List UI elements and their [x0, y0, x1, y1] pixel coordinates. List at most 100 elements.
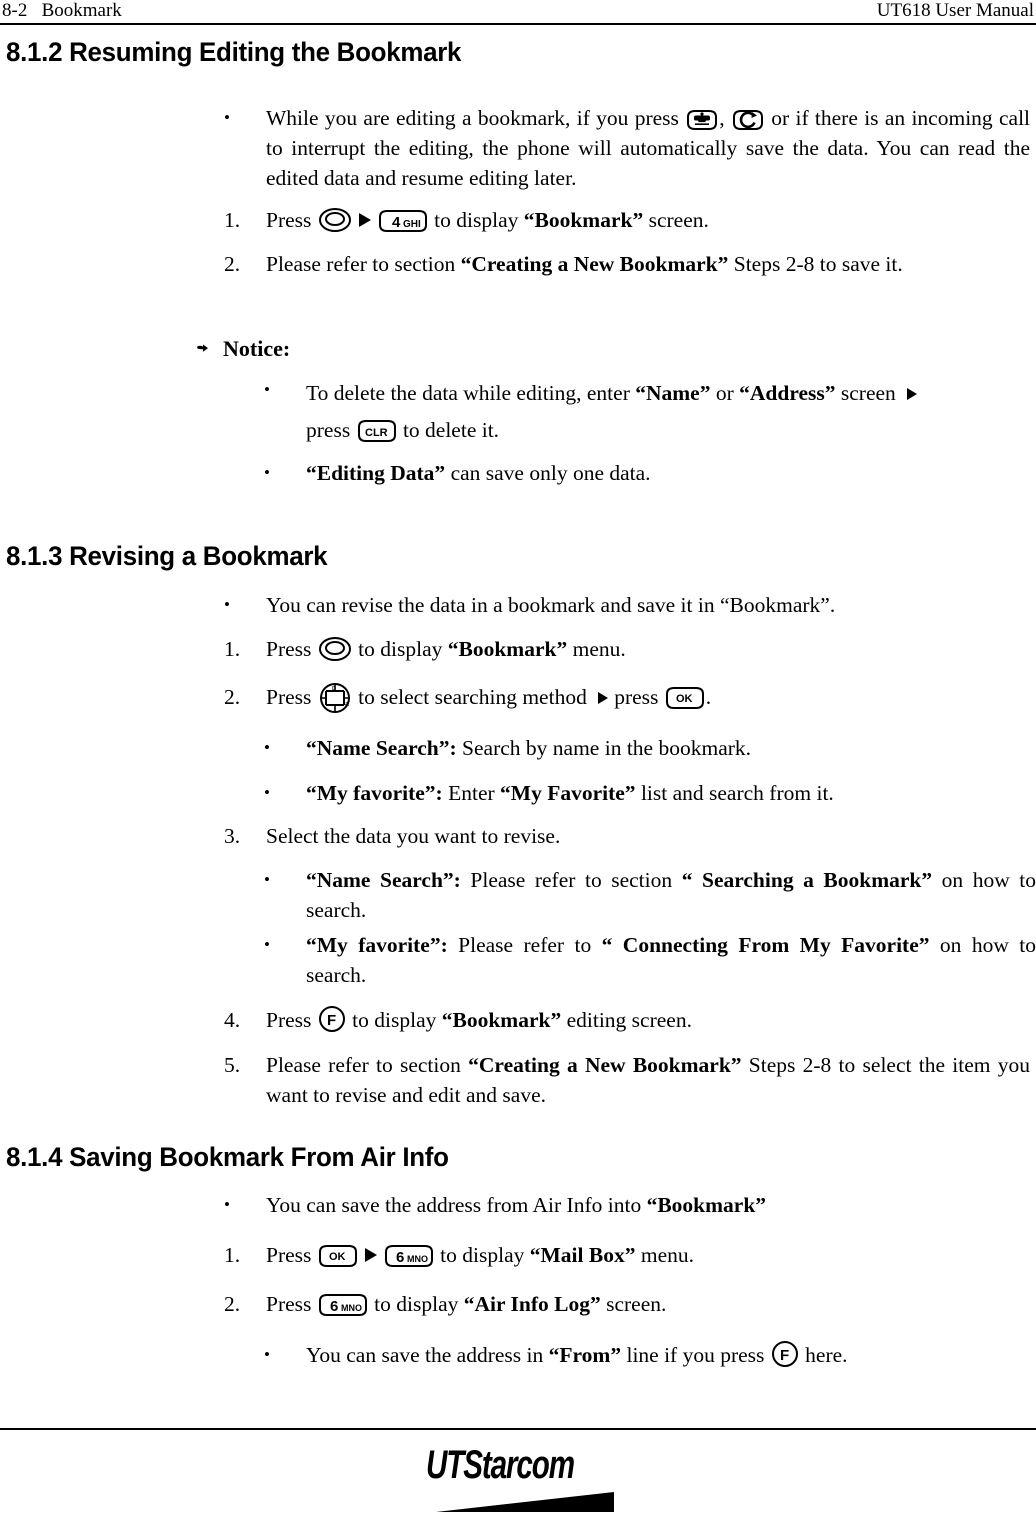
- s813-step-3: 3. Select the data you want to revise.: [224, 821, 1030, 851]
- bullet-marker: •: [264, 935, 270, 954]
- text-run-bold: “Mail Box”: [529, 1243, 636, 1267]
- text-run: Please refer to section: [266, 1053, 469, 1077]
- pointing-hand-icon: [196, 334, 216, 364]
- s812-bullet-1-text: While you are editing a bookmark, if you…: [266, 103, 1030, 193]
- text-run: Press: [266, 1243, 317, 1267]
- notice-bullet-1-text: To delete the data while editing, enter …: [306, 375, 1036, 449]
- clear-key-icon: CLR: [356, 419, 398, 443]
- key-6-mno-icon: 6 MNO: [383, 1244, 435, 1268]
- section-8-1-4-heading-block: 8.1.4 Saving Bookmark From Air Info: [6, 1141, 1030, 1173]
- four-way-navigation-key-icon: pa: [317, 682, 353, 714]
- svg-text:a: a: [345, 701, 349, 708]
- text-run: here.: [799, 1343, 848, 1367]
- s813-step-2: 2. Press pa to select searching method p…: [224, 682, 1030, 714]
- text-run-bold: “Name Search”:: [306, 868, 461, 892]
- text-run: Please refer to section: [460, 868, 682, 892]
- text-run-bold: “Creating a New Bookmark”: [468, 1053, 742, 1077]
- step-number: 1.: [224, 637, 241, 661]
- section-heading-8-1-3: 8.1.3 Revising a Bookmark: [6, 541, 328, 571]
- svg-text:CLR: CLR: [365, 427, 388, 439]
- step-number: 5.: [224, 1053, 241, 1077]
- notice-bullet-2-text: “Editing Data” can save only one data.: [306, 458, 1036, 488]
- notice-bullet-2: • “Editing Data” can save only one data.: [264, 458, 1036, 488]
- logo-starcom-text: Starcom: [463, 1443, 575, 1487]
- svg-text:GHI: GHI: [403, 219, 421, 230]
- s812-step-2: 2. Please refer to section “Creating a N…: [224, 249, 1030, 279]
- right-arrow-icon: [903, 386, 921, 402]
- text-run: .: [705, 685, 712, 709]
- bullet-marker: •: [264, 870, 270, 889]
- notice-label: Notice:: [223, 336, 291, 361]
- text-run: to select searching method: [352, 685, 593, 709]
- s814-sub-bullet-1: • You can save the address in “From” lin…: [264, 1340, 1036, 1370]
- section-8-1-3-heading-block: 8.1.3 Revising a Bookmark: [6, 540, 1030, 572]
- s812-bullet-1: • While you are editing a bookmark, if y…: [224, 103, 1030, 193]
- header-right-text: UT618 User Manual: [876, 0, 1034, 21]
- text-run: to display: [346, 1008, 442, 1032]
- text-run-bold: “Bookmark”: [447, 637, 568, 661]
- text-run: can save only one data.: [445, 461, 651, 485]
- text-run: ,: [719, 106, 731, 130]
- text-run-bold: “Bookmark”: [441, 1008, 562, 1032]
- function-key-icon: F: [770, 1340, 800, 1368]
- bullet-marker: •: [264, 463, 270, 482]
- ok-key-icon: OK: [664, 686, 706, 710]
- text-run: line if you press: [621, 1343, 770, 1367]
- text-run: menu.: [567, 637, 626, 661]
- ok-key-icon: OK: [317, 1244, 359, 1268]
- text-run: or: [710, 381, 740, 405]
- text-run: Press: [266, 1292, 317, 1316]
- step-number: 2.: [224, 685, 241, 709]
- step-number: 1.: [224, 1243, 241, 1267]
- text-run: editing screen.: [561, 1008, 692, 1032]
- text-run-bold: “ Connecting From My Favorite”: [601, 933, 930, 957]
- right-arrow-icon: [594, 690, 612, 706]
- svg-text:MNO: MNO: [341, 1303, 362, 1313]
- s813-sub-bullet-2: • “My favorite”: Enter “My Favorite” lis…: [264, 778, 1036, 808]
- logo-swoosh-icon: [436, 1492, 614, 1512]
- text-run: press: [306, 418, 356, 442]
- logo-ut-text: UT: [426, 1443, 464, 1487]
- text-run: While you are editing a bookmark, if you…: [266, 106, 686, 130]
- text-run: Press: [266, 1008, 317, 1032]
- text-run-bold: “Name”: [635, 381, 711, 405]
- right-arrow-icon: [355, 211, 375, 229]
- text-run-bold: “ Searching a Bookmark”: [681, 868, 933, 892]
- s814-step-2-text: Press 6 MNO to display “Air Info Log” scr…: [266, 1289, 1030, 1319]
- text-run: Press: [266, 208, 317, 232]
- header-divider: [0, 23, 1036, 25]
- s813-sub-2-text: “My favorite”: Enter “My Favorite” list …: [306, 778, 1036, 808]
- power-end-key-icon: [731, 109, 765, 131]
- text-run: Press: [266, 637, 317, 661]
- navigation-key-icon: [317, 636, 353, 662]
- s814-bullet-1: • You can save the address from Air Info…: [224, 1190, 1030, 1220]
- s814-bullet-1-text: You can save the address from Air Info i…: [266, 1190, 1030, 1220]
- s814-step-2: 2. Press 6 MNO to display “Air Info Log” …: [224, 1289, 1030, 1319]
- s813-bullet-1-text: You can revise the data in a bookmark an…: [266, 593, 836, 617]
- text-run-bold: “Address”: [739, 381, 836, 405]
- step-number: 2.: [224, 252, 241, 276]
- text-run: to display: [352, 637, 448, 661]
- step-number: 4.: [224, 1008, 241, 1032]
- header-left-text: 8-2 Bookmark: [2, 0, 122, 21]
- bullet-marker: •: [264, 783, 270, 802]
- s813-sub-1-text: “Name Search”: Search by name in the boo…: [306, 733, 1036, 763]
- s813-step-3-text: Select the data you want to revise.: [266, 824, 561, 848]
- key-4-ghi-icon: 4 GHI: [377, 209, 429, 233]
- s813-sub-bullet-3: • “Name Search”: Please refer to section…: [264, 865, 1036, 925]
- text-run-bold: “My favorite”:: [306, 933, 448, 957]
- step-number: 1.: [224, 208, 241, 232]
- s813-sub-bullet-1: • “Name Search”: Search by name in the b…: [264, 733, 1036, 763]
- function-key-icon: F: [317, 1005, 347, 1033]
- s813-sub-bullet-4: • “My favorite”: Please refer to “ Conne…: [264, 930, 1036, 990]
- section-heading-8-1-2: 8.1.2 Resuming Editing the Bookmark: [6, 37, 462, 67]
- text-run: menu.: [635, 1243, 694, 1267]
- text-run: to display: [434, 1243, 530, 1267]
- s812-step-2-text: Please refer to section “Creating a New …: [266, 249, 1030, 279]
- text-run: Please refer to section: [266, 252, 461, 276]
- svg-text:6: 6: [396, 1249, 404, 1266]
- text-run: Press: [266, 685, 317, 709]
- phone-send-key-icon: [685, 109, 719, 131]
- text-run: screen.: [600, 1292, 667, 1316]
- text-run: press: [614, 685, 664, 709]
